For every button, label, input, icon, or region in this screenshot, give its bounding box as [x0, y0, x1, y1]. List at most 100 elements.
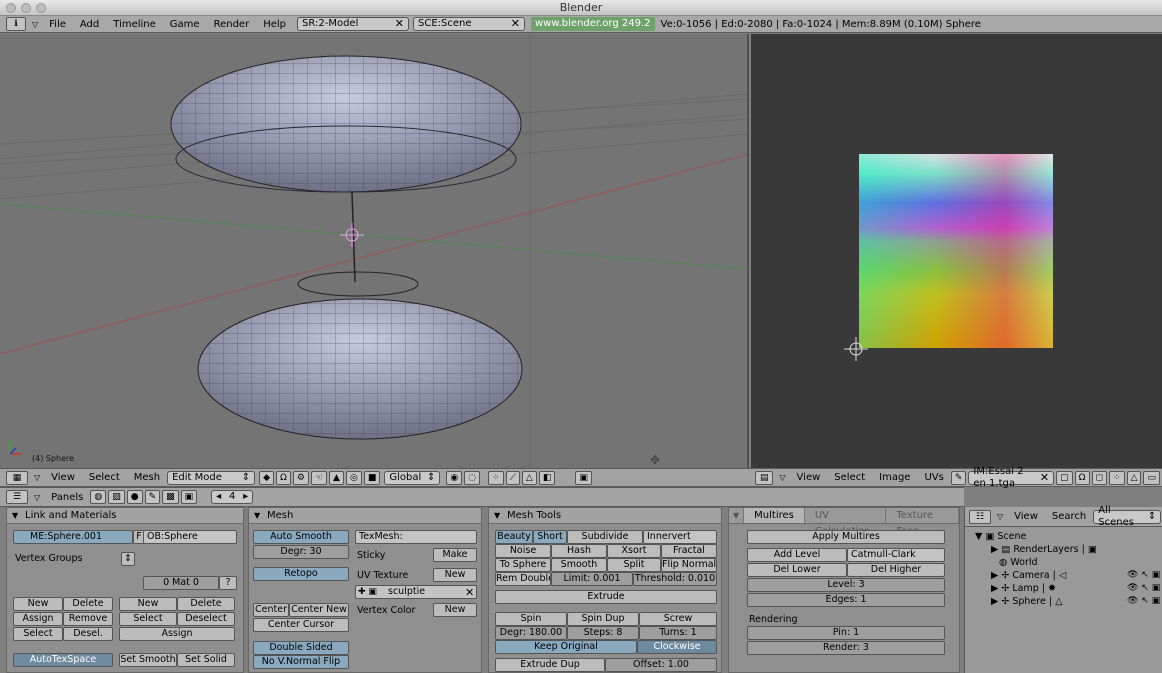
- img-view-menu[interactable]: View: [790, 469, 828, 486]
- draw-type-icon[interactable]: ◆: [259, 470, 274, 485]
- close-window-icon[interactable]: [6, 3, 16, 13]
- fractal-button[interactable]: Fractal: [661, 544, 717, 558]
- translate-icon[interactable]: ▲: [329, 470, 344, 485]
- outliner-item-scene[interactable]: ▼ ▣ Scene: [975, 531, 1026, 542]
- vgroup-assign-button[interactable]: Assign: [13, 612, 63, 626]
- keep-original-toggle[interactable]: Keep Original: [495, 640, 637, 654]
- object-tab-icon[interactable]: ✎: [144, 490, 161, 504]
- shading-tab-icon[interactable]: ●: [126, 490, 143, 504]
- apply-multires-button[interactable]: Apply Multires: [747, 530, 945, 544]
- center-new-button[interactable]: Center New: [289, 603, 349, 617]
- img-select-menu[interactable]: Select: [827, 469, 872, 486]
- menu-file[interactable]: File: [42, 16, 73, 33]
- menu-help[interactable]: Help: [256, 16, 293, 33]
- double-sided-toggle[interactable]: Double Sided: [253, 641, 349, 655]
- texmesh-field[interactable]: TexMesh:: [355, 530, 477, 544]
- 3d-viewport[interactable]: ✥ (4) Sphere: [0, 34, 749, 468]
- pack-icon[interactable]: ▢: [1056, 470, 1073, 485]
- screen-selector[interactable]: SR:2-Model ✕: [297, 17, 409, 31]
- delete-screen-icon[interactable]: ✕: [395, 18, 404, 30]
- outliner-item-camera[interactable]: ▶ ✢ Camera | ◁: [991, 570, 1066, 581]
- subdivide-button[interactable]: Subdivide: [567, 530, 643, 544]
- del-lower-button[interactable]: Del Lower: [747, 563, 847, 577]
- auto-smooth-degr-field[interactable]: Degr: 30: [253, 545, 349, 559]
- xsort-button[interactable]: Xsort: [607, 544, 661, 558]
- outliner-item-sphere[interactable]: ▶ ✢ Sphere | △: [991, 596, 1062, 607]
- material-delete-button[interactable]: Delete: [177, 597, 235, 611]
- mesh-name-field[interactable]: ME:Sphere.001: [13, 530, 133, 544]
- zoom-window-icon[interactable]: [36, 3, 46, 13]
- retopo-toggle[interactable]: Retopo: [253, 567, 349, 581]
- del-higher-button[interactable]: Del Higher: [847, 563, 945, 577]
- panels-menu[interactable]: Panels: [44, 489, 90, 506]
- 3d-cursor[interactable]: [340, 223, 364, 247]
- outliner-item-world[interactable]: ◍ World: [999, 557, 1038, 568]
- outliner-filter-selector[interactable]: All Scenes ⇕: [1093, 505, 1162, 528]
- face-select-icon[interactable]: △: [521, 470, 537, 485]
- material-assign-button[interactable]: Assign: [119, 627, 235, 641]
- uv-image-editor[interactable]: [751, 34, 1162, 468]
- rotate-icon[interactable]: ◎: [345, 470, 362, 485]
- material-index-field[interactable]: 0 Mat 0: [143, 576, 219, 590]
- 2d-cursor[interactable]: [841, 334, 871, 364]
- flip-normals-button[interactable]: Flip Normals: [661, 558, 717, 572]
- limit-field[interactable]: Limit: 0.001: [551, 572, 633, 586]
- uv-layer-icon[interactable]: ✚ ▣: [358, 587, 377, 597]
- smooth-button[interactable]: Smooth: [551, 558, 607, 572]
- frame-number-field[interactable]: ◂ 4 ▸: [211, 490, 254, 504]
- delete-scene-icon[interactable]: ✕: [511, 18, 520, 30]
- set-solid-button[interactable]: Set Solid: [177, 653, 235, 667]
- sync-icon[interactable]: ◻: [1091, 470, 1108, 485]
- link-materials-title[interactable]: Link and Materials: [7, 508, 243, 524]
- render-level-field[interactable]: Render: 3: [747, 641, 945, 655]
- delete-uv-layer-icon[interactable]: ✕: [465, 586, 474, 599]
- vertex-group-menu-icon[interactable]: ⇕: [121, 552, 135, 566]
- clockwise-toggle[interactable]: Clockwise: [637, 640, 717, 654]
- menu-game[interactable]: Game: [163, 16, 207, 33]
- expand-icon[interactable]: ▶: [991, 570, 998, 581]
- editor-type-buttons-icon[interactable]: ☰: [6, 490, 28, 504]
- tab-texture-face[interactable]: Texture Face: [886, 508, 959, 537]
- vgroup-delete-button[interactable]: Delete: [63, 597, 113, 611]
- editor-type-outliner-icon[interactable]: ☷: [969, 509, 991, 524]
- mesh-panel-title[interactable]: Mesh: [249, 508, 481, 524]
- material-help-button[interactable]: ?: [219, 576, 237, 590]
- vgroup-select-button[interactable]: Select: [13, 627, 63, 641]
- spin-degr-field[interactable]: Degr: 180.00: [495, 626, 567, 640]
- no-vnormal-flip-toggle[interactable]: No V.Normal Flip: [253, 655, 349, 669]
- mesh-menu[interactable]: Mesh: [127, 469, 167, 486]
- sphere-visibility-icons[interactable]: 👁 ↖ ▣: [1127, 596, 1160, 606]
- collapse-menu-icon[interactable]: ▽: [779, 473, 785, 482]
- collapse-panel-icon[interactable]: ▼: [729, 508, 745, 523]
- scene-selector[interactable]: SCE:Scene ✕: [413, 17, 525, 31]
- add-level-button[interactable]: Add Level: [747, 548, 847, 562]
- screw-button[interactable]: Screw: [639, 612, 717, 626]
- scene-tab-icon[interactable]: ▣: [180, 490, 198, 504]
- scale-icon[interactable]: ■: [363, 470, 381, 485]
- innervert-selector[interactable]: Innervert: [643, 530, 717, 544]
- offset-field[interactable]: Offset: 1.00: [605, 658, 717, 672]
- outliner[interactable]: ☷ ▽ View Search All Scenes ⇕ ▼ ▣ Scene ▶ …: [964, 505, 1162, 673]
- script-tab-icon[interactable]: ▨: [108, 490, 125, 504]
- turns-field[interactable]: Turns: 1: [639, 626, 717, 640]
- editor-type-image-icon[interactable]: ▤: [755, 470, 774, 485]
- menu-add[interactable]: Add: [73, 16, 106, 33]
- unlink-image-icon[interactable]: ✕: [1040, 471, 1049, 484]
- vertex-color-new-button[interactable]: New: [433, 603, 477, 617]
- subdivision-type-selector[interactable]: Catmull-Clark: [847, 548, 945, 562]
- pin-field[interactable]: Pin: 1: [747, 626, 945, 640]
- editing-tab-icon[interactable]: ▩: [162, 490, 179, 504]
- vertex-select-icon[interactable]: ⁘: [488, 470, 504, 485]
- expand-icon[interactable]: ▶: [991, 596, 998, 607]
- outliner-view-menu[interactable]: View: [1007, 508, 1045, 525]
- material-deselect-button[interactable]: Deselect: [177, 612, 235, 626]
- snap-icon[interactable]: ◌: [464, 470, 481, 485]
- view-menu[interactable]: View: [44, 469, 82, 486]
- layer-lock-icon[interactable]: ⚙: [292, 470, 309, 485]
- spin-button[interactable]: Spin: [495, 612, 567, 626]
- level-field[interactable]: Level: 3: [747, 578, 945, 592]
- editor-type-icon[interactable]: ℹ: [6, 17, 26, 31]
- editor-type-3d-icon[interactable]: ▦: [6, 470, 28, 485]
- mode-selector[interactable]: Edit Mode ⇕: [167, 470, 256, 485]
- edge-select-icon[interactable]: ⟋: [505, 470, 520, 485]
